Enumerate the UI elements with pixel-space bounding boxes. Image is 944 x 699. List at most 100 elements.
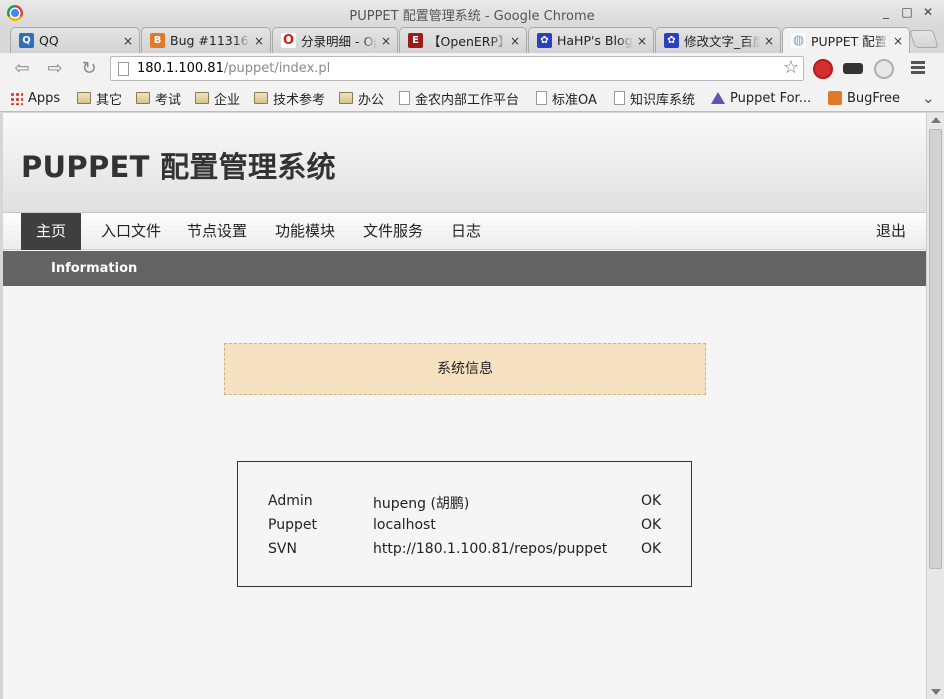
puppet-icon	[711, 92, 725, 104]
bookmark-label: 知识库系统	[630, 92, 696, 108]
scroll-up-arrow-icon[interactable]	[931, 117, 941, 123]
tab-close-button[interactable]: ×	[123, 34, 133, 48]
bookmark-label: 标准OA	[552, 92, 597, 108]
row-value: hupeng (胡鹏)	[373, 496, 470, 512]
browser-toolbar: ⇦ ⇨ ↻ 180.1.100.81/puppet/index.pl ☆	[0, 53, 944, 84]
bookmark-jinnong[interactable]: 金农内部工作平台	[399, 89, 519, 108]
tab-label: QQ	[39, 33, 59, 48]
vertical-scrollbar[interactable]	[926, 113, 944, 699]
openerp-icon: E	[408, 33, 423, 48]
system-info-table: Admin hupeng (胡鹏) OK Puppet localhost OK…	[237, 461, 692, 587]
page-icon	[536, 91, 547, 105]
bookmark-knowledge[interactable]: 知识库系统	[614, 89, 696, 108]
baidu-paw-icon: ✿	[537, 33, 552, 48]
close-window-button[interactable]: ✕	[920, 4, 936, 20]
bookmark-label: 企业	[214, 92, 241, 108]
tab-close-button[interactable]: ×	[893, 34, 903, 48]
row-status: OK	[641, 541, 662, 557]
tab-close-button[interactable]: ×	[510, 34, 520, 48]
tab-openerp[interactable]: E 【OpenERP】 ×	[399, 27, 527, 53]
bookmark-label: 其它	[96, 92, 123, 108]
opera-icon: O	[281, 33, 296, 48]
system-info-banner: 系统信息	[224, 343, 706, 395]
tab-qq[interactable]: Q QQ ×	[10, 27, 140, 53]
bookmark-label: Apps	[28, 90, 61, 106]
forward-button[interactable]: ⇨	[44, 58, 66, 80]
folder-icon	[195, 92, 209, 104]
site-header: PUPPET 配置管理系统	[3, 113, 926, 213]
url-path: /puppet/index.pl	[223, 61, 331, 76]
row-name: SVN	[268, 541, 297, 557]
table-row: SVN http://180.1.100.81/repos/puppet OK	[238, 537, 691, 561]
tab-hahp-blog[interactable]: ✿ HaHP's Blog ×	[528, 27, 654, 53]
bookmark-folder-office[interactable]: 办公	[339, 89, 384, 108]
url-text: 180.1.100.81/puppet/index.pl	[137, 61, 330, 76]
tab-baidu[interactable]: ✿ 修改文字_百度 ×	[655, 27, 781, 53]
row-value: http://180.1.100.81/repos/puppet	[373, 541, 608, 557]
bookmark-folder-enterprise[interactable]: 企业	[195, 89, 241, 108]
tab-bug[interactable]: B Bug #11316 ×	[141, 27, 271, 53]
bookmark-bugfree[interactable]: BugFree	[828, 89, 900, 107]
nav-modules[interactable]: 功能模块	[265, 213, 345, 250]
folder-icon	[254, 92, 268, 104]
adblock-icon[interactable]	[813, 59, 833, 79]
bookmark-label: BugFree	[847, 90, 900, 106]
tab-label: 分录明细 - Op	[301, 34, 377, 49]
scrollbar-thumb[interactable]	[929, 129, 942, 569]
tab-strip: Q QQ × B Bug #11316 × O 分录明细 - Op × E 【O…	[0, 26, 944, 53]
main-nav: 主页 入口文件 节点设置 功能模块 文件服务 日志 退出	[3, 213, 926, 250]
apps-icon	[10, 91, 23, 105]
table-row: Admin hupeng (胡鹏) OK	[238, 489, 691, 513]
menu-icon[interactable]	[911, 61, 925, 75]
minimize-button[interactable]: _	[878, 4, 894, 20]
table-row: Puppet localhost OK	[238, 513, 691, 537]
maximize-button[interactable]: □	[899, 4, 915, 20]
nav-node-settings[interactable]: 节点设置	[177, 213, 257, 250]
folder-icon	[77, 92, 91, 104]
tab-close-button[interactable]: ×	[637, 34, 647, 48]
row-name: Admin	[268, 493, 313, 509]
page-title: PUPPET 配置管理系统	[21, 150, 336, 184]
bookmark-puppet-forge[interactable]: Puppet For...	[711, 89, 811, 107]
row-value: localhost	[373, 517, 436, 533]
row-status: OK	[641, 517, 662, 533]
back-button[interactable]: ⇦	[11, 58, 33, 80]
incognito-mask-icon[interactable]	[843, 63, 863, 74]
nav-home[interactable]: 主页	[21, 213, 81, 250]
nav-entry-files[interactable]: 入口文件	[91, 213, 171, 250]
bugfree-icon: B	[150, 33, 165, 48]
tab-label: HaHP's Blog	[557, 33, 633, 48]
address-bar[interactable]: 180.1.100.81/puppet/index.pl ☆	[110, 56, 804, 81]
bookmark-folder-tech[interactable]: 技术参考	[254, 89, 326, 108]
reload-button[interactable]: ↻	[78, 58, 100, 80]
bookmark-folder-other[interactable]: 其它	[77, 89, 123, 108]
tab-close-button[interactable]: ×	[254, 34, 264, 48]
tab-close-button[interactable]: ×	[764, 34, 774, 48]
extension-icon[interactable]	[874, 59, 894, 79]
tab-label: PUPPET 配置	[811, 34, 888, 49]
page-icon	[399, 91, 410, 105]
page-viewport: PUPPET 配置管理系统 主页 入口文件 节点设置 功能模块 文件服务 日志 …	[3, 113, 926, 699]
globe-icon: ◍	[791, 33, 806, 48]
bookmark-oa[interactable]: 标准OA	[536, 89, 597, 108]
tab-label: 修改文字_百度	[684, 34, 760, 49]
scroll-down-arrow-icon[interactable]	[931, 689, 941, 695]
bookmarks-overflow-chevron-icon[interactable]: ⌄	[922, 89, 935, 107]
tab-close-button[interactable]: ×	[381, 34, 391, 48]
row-name: Puppet	[268, 517, 317, 533]
window-title: PUPPET 配置管理系统 - Google Chrome	[349, 9, 595, 24]
nav-file-service[interactable]: 文件服务	[353, 213, 433, 250]
nav-logs[interactable]: 日志	[443, 213, 489, 250]
bookmark-apps[interactable]: Apps	[10, 89, 60, 107]
bookmark-star-icon[interactable]: ☆	[783, 57, 799, 78]
subnav-information[interactable]: Information	[51, 251, 137, 286]
logout-link[interactable]: 退出	[869, 213, 913, 250]
tab-puppet[interactable]: ◍ PUPPET 配置 ×	[782, 27, 910, 53]
url-host: 180.1.100.81	[137, 61, 224, 76]
bugfree-icon	[828, 91, 842, 105]
bookmark-folder-exam[interactable]: 考试	[136, 89, 181, 108]
bookmark-label: 技术参考	[273, 92, 326, 108]
tab-ledger[interactable]: O 分录明细 - Op ×	[272, 27, 398, 53]
window-titlebar: PUPPET 配置管理系统 - Google Chrome _ □ ✕	[0, 0, 944, 26]
new-tab-button[interactable]	[909, 30, 939, 48]
